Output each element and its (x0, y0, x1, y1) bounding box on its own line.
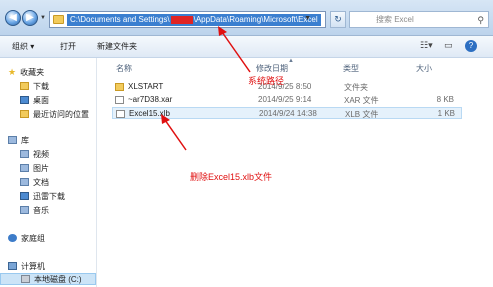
file-icon (116, 110, 125, 118)
address-path-prefix: C:\Documents and Settings\ (70, 15, 170, 24)
address-path: C:\Documents and Settings\ \AppData\Roam… (67, 14, 321, 26)
sidebar-item-label: 本地磁盘 (C:) (34, 274, 82, 284)
sidebar-item-thunder[interactable]: 迅雷下载 (0, 190, 65, 202)
sidebar-item-label: 图片 (33, 163, 49, 173)
sidebar-item-recent[interactable]: 最近访问的位置 (0, 108, 89, 120)
address-input[interactable]: C:\Documents and Settings\ \AppData\Roam… (49, 11, 326, 28)
sidebar-item-downloads[interactable]: 下载 (0, 80, 49, 92)
download-folder-icon (20, 82, 29, 90)
search-icon: ⚲ (477, 15, 484, 25)
computer-icon (8, 262, 17, 270)
file-date: 2014/9/25 9:14 (258, 95, 312, 104)
open-button[interactable]: 打开 (60, 41, 76, 52)
sidebar-item-label: 视频 (33, 149, 49, 159)
document-library-icon (20, 178, 29, 186)
sidebar-item-label: 最近访问的位置 (33, 109, 89, 119)
redaction-mark (170, 16, 193, 24)
desktop-icon (20, 96, 29, 104)
sidebar-item-music[interactable]: 音乐 (0, 204, 49, 216)
back-button[interactable]: ◀ (5, 10, 21, 26)
file-row-xlstart[interactable]: XLSTART 2014/9/25 8:50 文件夹 (112, 81, 462, 93)
sidebar-item-label: 下载 (33, 81, 49, 91)
preview-pane-icon[interactable]: ▭ (444, 40, 453, 51)
file-row-xar[interactable]: ~ar7D38.xar 2014/9/25 9:14 XAR 文件 8 KB (112, 94, 462, 106)
music-library-icon (20, 206, 29, 214)
address-dropdown-icon[interactable]: ▼ (304, 15, 311, 22)
search-placeholder: 搜索 Excel (376, 15, 414, 24)
forward-button[interactable]: ▶ (22, 10, 38, 26)
sidebar-item-label: 文档 (33, 177, 49, 187)
file-type: 文件夹 (344, 83, 368, 92)
help-icon[interactable]: ? (465, 40, 477, 52)
file-icon (115, 96, 124, 104)
file-date: 2014/9/24 14:38 (259, 109, 317, 118)
file-name: Excel15.xlb (129, 109, 170, 118)
sidebar-item-libraries[interactable]: 库 (0, 134, 29, 146)
sidebar-item-label: 家庭组 (21, 233, 45, 243)
thunder-download-icon (20, 192, 29, 200)
new-folder-button[interactable]: 新建文件夹 (97, 41, 137, 52)
sidebar-item-label: 音乐 (33, 205, 49, 215)
sidebar-item-homegroup[interactable]: 家庭组 (0, 232, 45, 244)
file-size: 8 KB (436, 95, 454, 104)
file-size: 1 KB (437, 109, 455, 118)
hard-disk-icon (21, 275, 30, 283)
column-header-name[interactable]: 名称 (116, 63, 132, 74)
column-header-size[interactable]: 大小 (416, 63, 432, 74)
sidebar-item-label: 迅雷下载 (33, 191, 65, 201)
command-toolbar: 组织 ▾ 打开 新建文件夹 ☷▾ ▭ ? (0, 36, 493, 58)
address-path-suffix: \AppData\Roaming\Microsoft\Excel (193, 15, 318, 24)
sidebar-item-label: 计算机 (21, 261, 45, 271)
file-type: XLB 文件 (345, 110, 379, 119)
folder-icon (115, 83, 124, 91)
change-view-icon[interactable]: ☷▾ (420, 40, 433, 51)
folder-icon (53, 15, 64, 24)
file-list: 名称 ▲ 修改日期 类型 大小 XLSTART 2014/9/25 8:50 文… (98, 58, 493, 287)
annotation-system-path: 系统路径 (248, 76, 285, 86)
organize-button[interactable]: 组织 ▾ (12, 41, 34, 52)
file-name: XLSTART (128, 82, 164, 91)
search-input[interactable]: 搜索 Excel ⚲ (349, 11, 489, 28)
sidebar-item-label: 桌面 (33, 95, 49, 105)
sidebar-item-favorites[interactable]: ★ 收藏夹 (0, 66, 44, 78)
sidebar-item-videos[interactable]: 视频 (0, 148, 49, 160)
sidebar-item-pictures[interactable]: 图片 (0, 162, 49, 174)
address-bar-row: ◀ ▶ ▼ C:\Documents and Settings\ \AppDat… (0, 0, 493, 36)
sidebar-item-desktop[interactable]: 桌面 (0, 94, 49, 106)
video-library-icon (20, 150, 29, 158)
file-type: XAR 文件 (344, 96, 379, 105)
picture-library-icon (20, 164, 29, 172)
refresh-button[interactable]: ↻ (330, 11, 346, 28)
column-header-type[interactable]: 类型 (343, 63, 359, 74)
star-icon: ★ (8, 66, 17, 77)
file-row-excel15-xlb[interactable]: Excel15.xlb 2014/9/24 14:38 XLB 文件 1 KB (112, 107, 462, 119)
recent-pages-dropdown[interactable]: ▼ (40, 15, 46, 21)
sidebar-item-local-disk[interactable]: 本地磁盘 (C:) (0, 273, 96, 285)
library-icon (8, 136, 17, 144)
sidebar-item-computer[interactable]: 计算机 (0, 260, 45, 272)
sidebar-item-label: 库 (21, 135, 29, 145)
navigation-pane: ★ 收藏夹 下载 桌面 最近访问的位置 库 视频 图片 文档 迅雷下载 音乐 家… (0, 58, 97, 287)
column-header-date[interactable]: 修改日期 (256, 63, 288, 74)
sidebar-item-documents[interactable]: 文档 (0, 176, 49, 188)
file-name: ~ar7D38.xar (128, 95, 173, 104)
annotation-delete-file: 删除Excel15.xlb文件 (190, 172, 273, 182)
sort-indicator-icon: ▲ (288, 58, 294, 64)
homegroup-icon (8, 234, 17, 242)
recent-places-icon (20, 110, 29, 118)
sidebar-item-label: 收藏夹 (20, 67, 45, 77)
